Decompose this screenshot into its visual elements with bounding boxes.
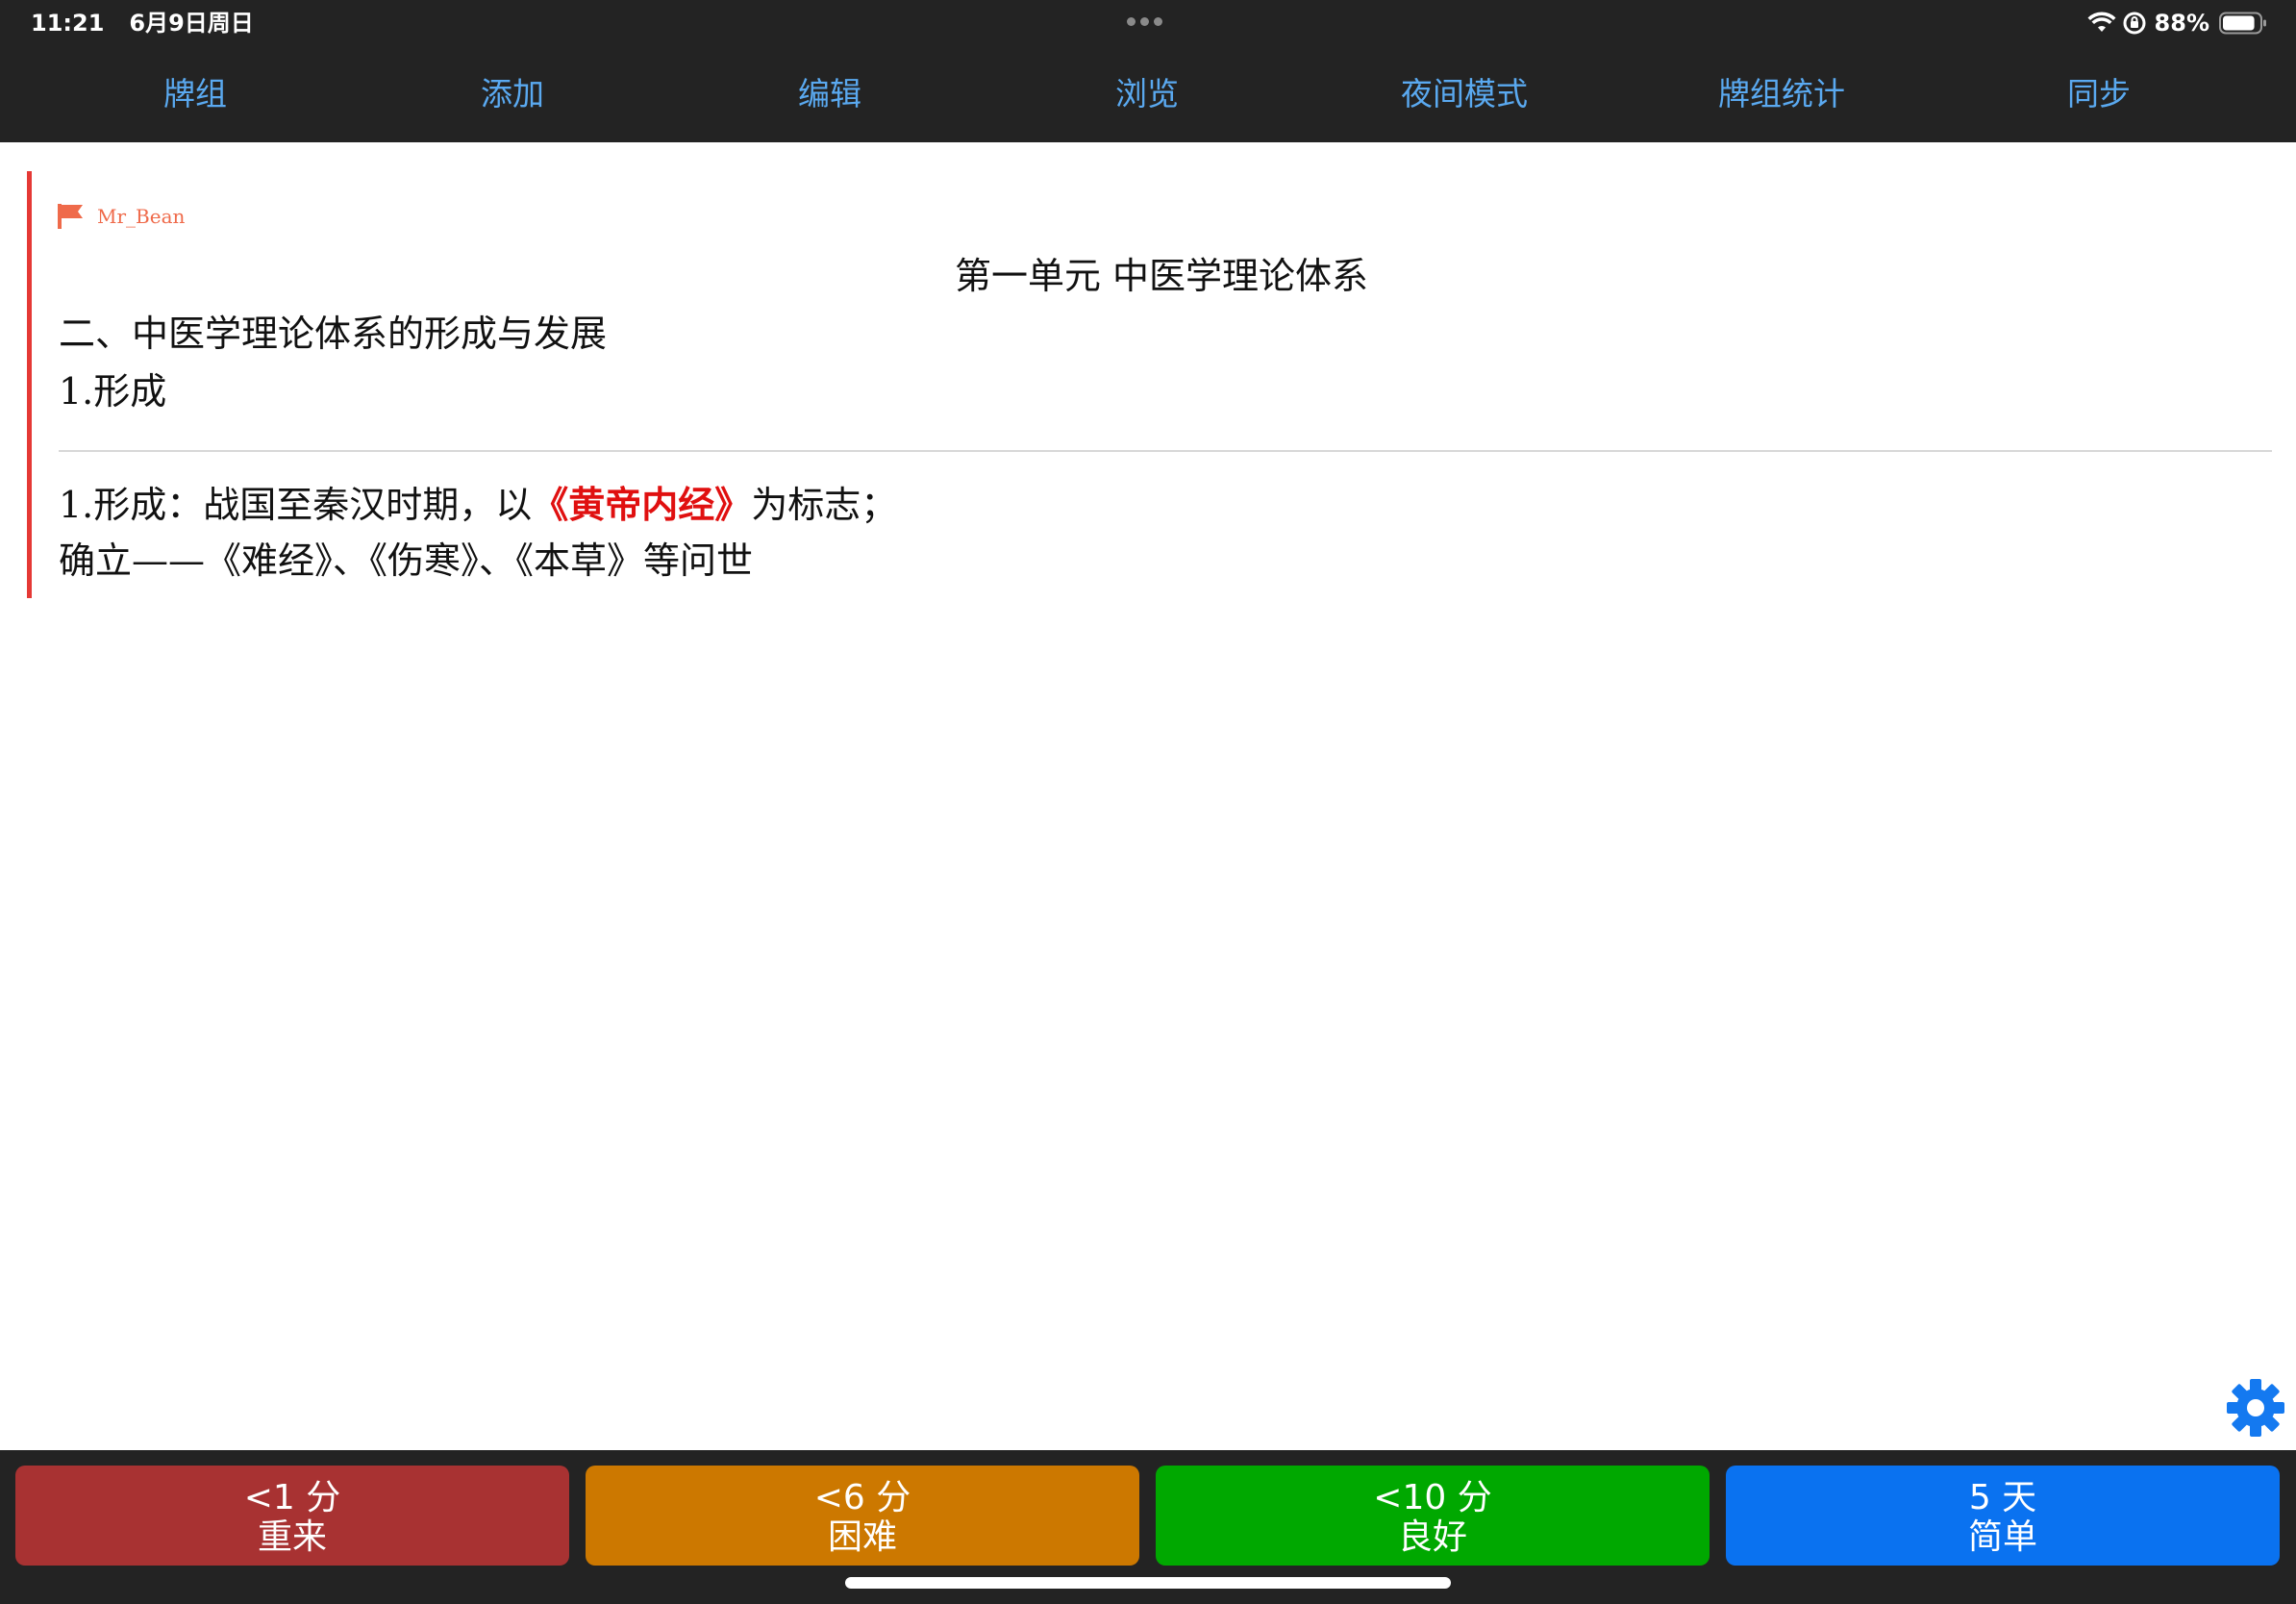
- good-interval: <10 分: [1373, 1478, 1492, 1517]
- good-label: 良好: [1397, 1517, 1467, 1557]
- top-nav: 牌组 添加 编辑 浏览 夜间模式 牌组统计 同步: [0, 67, 2296, 121]
- easy-interval: 5 天: [1968, 1478, 2037, 1517]
- easy-button[interactable]: 5 天 简单: [1726, 1466, 2280, 1566]
- nav-night-mode-button[interactable]: 夜间模式: [1401, 67, 1528, 121]
- hard-button[interactable]: <6 分 困难: [586, 1466, 1139, 1566]
- nav-edit-button[interactable]: 编辑: [798, 67, 861, 121]
- screen: 11:21 6月9日周日 88% 牌组 添加 编辑 浏览 夜间模式 牌组统计 同…: [0, 0, 2296, 1604]
- battery-icon: [2219, 12, 2266, 35]
- status-date: 6月9日周日: [129, 10, 254, 37]
- card-tag: Mr_Bean: [97, 205, 186, 228]
- home-indicator[interactable]: [845, 1577, 1451, 1589]
- flag-icon[interactable]: [57, 203, 86, 230]
- card-tag-row: Mr_Bean: [57, 202, 185, 231]
- card-back-line-2: 确立——《难经》、《伤寒》、《本草》等问世: [59, 539, 754, 582]
- back-line-1-highlight: 《黄帝内经》: [532, 483, 752, 526]
- card-front-line-1: 二、中医学理论体系的形成与发展: [59, 313, 608, 355]
- status-bar-left: 11:21 6月9日周日: [31, 6, 279, 40]
- easy-label: 简单: [1967, 1517, 2037, 1557]
- back-line-1-prefix: 1.形成：战国至秦汉时期，以: [59, 484, 533, 526]
- again-interval: <1 分: [243, 1478, 341, 1517]
- orientation-lock-icon: [2123, 12, 2146, 35]
- answer-divider: [59, 450, 2272, 452]
- gear-icon[interactable]: [2225, 1377, 2286, 1439]
- review-card: Mr_Bean 第一单元 中医学理论体系 二、中医学理论体系的形成与发展 1.形…: [27, 171, 2272, 598]
- nav-deck-stats-button[interactable]: 牌组统计: [1718, 67, 1845, 121]
- status-bar-right: 88%: [2087, 6, 2267, 40]
- nav-sync-button[interactable]: 同步: [2067, 67, 2131, 121]
- nav-add-button[interactable]: 添加: [481, 67, 544, 121]
- battery-percent: 88%: [2154, 10, 2209, 37]
- card-front-line-2: 1.形成: [59, 370, 167, 413]
- unit-title: 第一单元 中医学理论体系: [954, 255, 1369, 297]
- nav-browse-button[interactable]: 浏览: [1115, 67, 1179, 121]
- hard-interval: <6 分: [813, 1478, 911, 1517]
- wifi-icon: [2087, 12, 2116, 32]
- again-button[interactable]: <1 分 重来: [15, 1466, 569, 1566]
- back-line-1-suffix: 为标志；: [751, 484, 898, 526]
- again-label: 重来: [257, 1517, 327, 1557]
- hard-label: 困难: [827, 1517, 897, 1557]
- top-bar: 11:21 6月9日周日 88% 牌组 添加 编辑 浏览 夜间模式 牌组统计 同…: [0, 0, 2296, 142]
- nav-decks-button[interactable]: 牌组: [163, 67, 227, 121]
- card-back-line-1: 1.形成：战国至秦汉时期，以《黄帝内经》为标志；: [59, 475, 897, 528]
- multitasking-dots-icon[interactable]: [1127, 17, 1169, 27]
- good-button[interactable]: <10 分 良好: [1156, 1466, 1710, 1566]
- status-time: 11:21: [31, 10, 105, 37]
